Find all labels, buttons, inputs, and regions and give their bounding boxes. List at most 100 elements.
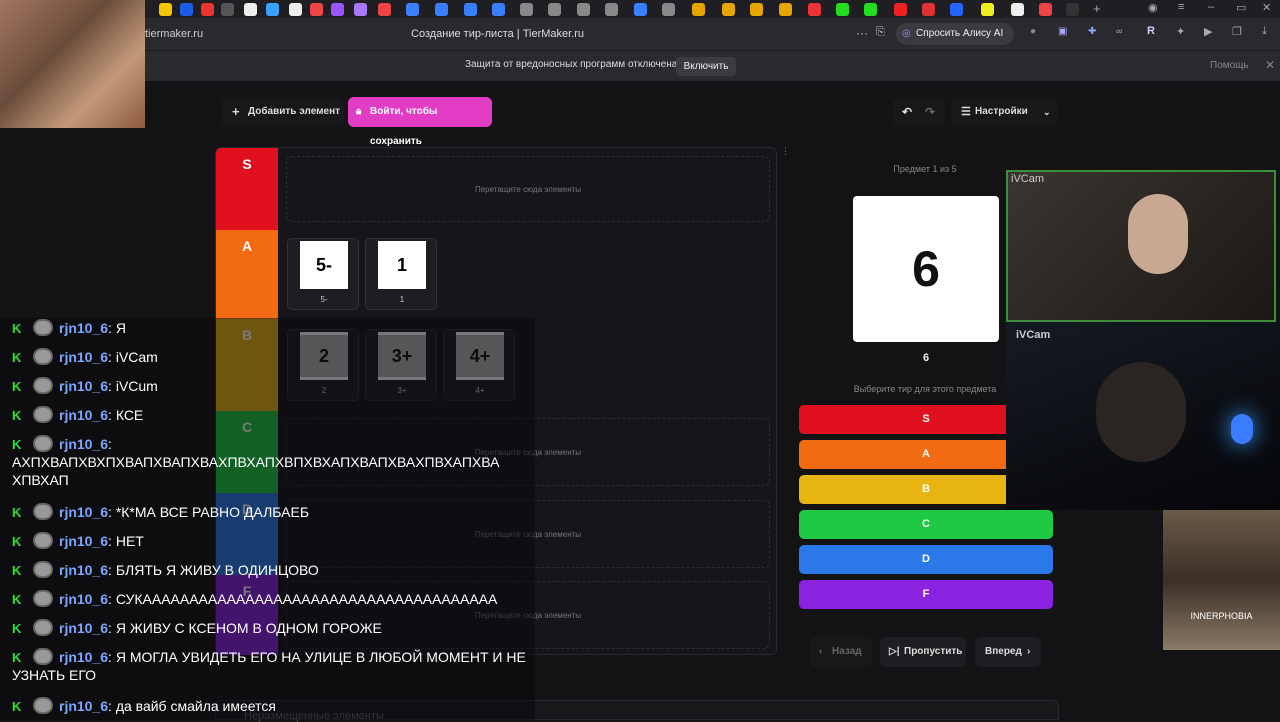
chat-username[interactable]: rjn10_6 bbox=[59, 698, 108, 714]
browser-tab-icon[interactable] bbox=[779, 3, 792, 16]
browser-tab-icon[interactable] bbox=[180, 3, 193, 16]
enable-protection-button[interactable]: Включить bbox=[676, 57, 736, 76]
avatar bbox=[33, 435, 53, 452]
skip-button[interactable]: ▷| Пропустить bbox=[880, 637, 966, 667]
chat-text: да вайб смайла имеется bbox=[115, 698, 276, 714]
browser-tab-icon[interactable] bbox=[221, 3, 234, 16]
browser-tab-icon[interactable] bbox=[244, 3, 257, 16]
pick-tier-f-button[interactable]: F bbox=[799, 580, 1053, 609]
browser-tab-icon[interactable] bbox=[266, 3, 279, 16]
extension-icon[interactable]: ▣ bbox=[1058, 26, 1067, 37]
browser-tab-icon[interactable] bbox=[378, 3, 391, 16]
extension-icon[interactable]: ∞ bbox=[1116, 26, 1122, 36]
media-icon[interactable]: ▶ bbox=[1204, 25, 1212, 38]
tier-item-card[interactable]: 11 bbox=[365, 238, 437, 310]
chat-username[interactable]: rjn10_6 bbox=[59, 620, 108, 636]
chat-username[interactable]: rjn10_6 bbox=[59, 378, 108, 394]
current-item-image: 6 bbox=[853, 196, 999, 342]
chat-username[interactable]: rjn10_6 bbox=[59, 562, 108, 578]
browser-tab-icon[interactable] bbox=[289, 3, 302, 16]
browser-tab-icon[interactable] bbox=[354, 3, 367, 16]
ask-alice-button[interactable]: ◎ Спросить Алису AI bbox=[896, 23, 1014, 45]
chat-message: Krjn10_6: iVCum bbox=[12, 377, 527, 395]
browser-tab-icon[interactable] bbox=[406, 3, 419, 16]
close-window-icon[interactable]: ✕ bbox=[1262, 1, 1271, 14]
redo-icon[interactable]: ↷ bbox=[925, 97, 935, 127]
browser-tab-icon[interactable] bbox=[605, 3, 618, 16]
new-tab-button[interactable]: + bbox=[1093, 1, 1101, 16]
collections-icon[interactable]: ❐ bbox=[1232, 25, 1242, 38]
chat-username[interactable]: rjn10_6 bbox=[59, 533, 108, 549]
item-counter: Предмет 1 из 5 bbox=[893, 164, 957, 174]
tier-row-a[interactable]: A bbox=[216, 230, 278, 319]
browser-tab-icon[interactable] bbox=[1066, 3, 1079, 16]
chat-username[interactable]: rjn10_6 bbox=[59, 320, 108, 336]
chat-username[interactable]: rjn10_6 bbox=[59, 649, 108, 665]
browser-tab-icon[interactable] bbox=[492, 3, 505, 16]
browser-tab-icon[interactable] bbox=[922, 3, 935, 16]
browser-tab-icon[interactable] bbox=[331, 3, 344, 16]
tier-item-card[interactable]: 5- 5- bbox=[287, 238, 359, 310]
browser-tab-icon[interactable] bbox=[548, 3, 561, 16]
kick-badge-icon: K bbox=[12, 437, 22, 452]
chat-username[interactable]: rjn10_6 bbox=[59, 504, 108, 520]
add-element-button[interactable]: + Добавить элемент bbox=[222, 97, 344, 127]
chat-message: Krjn10_6: Я bbox=[12, 319, 527, 337]
browser-tab-icon[interactable] bbox=[950, 3, 963, 16]
browser-tab-icon[interactable] bbox=[310, 3, 323, 16]
browser-tab-icon[interactable] bbox=[808, 3, 821, 16]
help-link[interactable]: Помощь bbox=[1210, 60, 1249, 71]
chat-username[interactable]: rjn10_6 bbox=[59, 349, 108, 365]
browser-tab-icon[interactable] bbox=[520, 3, 533, 16]
browser-tab-icon[interactable] bbox=[201, 3, 214, 16]
back-button[interactable]: ‹ Назад bbox=[810, 637, 872, 667]
url-text[interactable]: tiermaker.ru bbox=[145, 28, 203, 40]
browser-tab-icon[interactable] bbox=[864, 3, 877, 16]
browser-tab-icon[interactable] bbox=[159, 3, 172, 16]
drag-handle-icon[interactable]: ⋮ bbox=[781, 146, 790, 157]
tier-label: S bbox=[242, 156, 252, 172]
browser-tab-icon[interactable] bbox=[577, 3, 590, 16]
close-infobar-icon[interactable]: ✕ bbox=[1265, 58, 1275, 72]
bookmark-icon[interactable]: ⎘ bbox=[876, 26, 885, 39]
tier-row-s[interactable]: S bbox=[216, 148, 278, 230]
undo-icon[interactable]: ↶ bbox=[902, 97, 912, 127]
download-icon[interactable]: ⤓ bbox=[1262, 25, 1267, 38]
browser-tab-icon[interactable] bbox=[634, 3, 647, 16]
chat-username[interactable]: rjn10_6 bbox=[59, 591, 108, 607]
browser-tab-icon[interactable] bbox=[464, 3, 477, 16]
browser-tab-icon[interactable] bbox=[836, 3, 849, 16]
browser-tab-icon[interactable] bbox=[1011, 3, 1024, 16]
browser-tab-icon[interactable] bbox=[435, 3, 448, 16]
forward-button[interactable]: Вперед › bbox=[975, 637, 1041, 667]
chevron-down-icon: ⌄ bbox=[1043, 107, 1051, 117]
maximize-icon[interactable]: ▭ bbox=[1236, 1, 1246, 14]
browser-tab-icon[interactable] bbox=[1039, 3, 1052, 16]
extension-icon[interactable]: ● bbox=[1030, 26, 1036, 37]
login-save-button[interactable]: 🔒︎ Войти, чтобы сохранить bbox=[348, 97, 492, 147]
puzzle-icon[interactable]: ✦ bbox=[1176, 25, 1185, 38]
extension-icon[interactable]: R bbox=[1147, 25, 1155, 37]
browser-tab-icon[interactable] bbox=[750, 3, 763, 16]
menu-icon[interactable]: ≡ bbox=[1178, 1, 1184, 13]
settings-button[interactable]: ☰ Настройки ⌄ bbox=[951, 97, 1057, 127]
extension-icon[interactable]: ✚ bbox=[1088, 26, 1096, 37]
minimize-icon[interactable]: – bbox=[1208, 1, 1214, 13]
avatar bbox=[33, 319, 53, 336]
chat-text: СУКААААААААААААААААААААААААААААААААААААА… bbox=[115, 591, 498, 607]
browser-tab-icon[interactable] bbox=[722, 3, 735, 16]
pick-tier-c-button[interactable]: C bbox=[799, 510, 1053, 539]
chat-username[interactable]: rjn10_6 bbox=[59, 436, 108, 452]
more-icon[interactable]: ··· bbox=[856, 26, 868, 40]
tier-label: A bbox=[241, 238, 253, 254]
tier-drop-zone-s[interactable]: Перетащите сюда элементы bbox=[286, 156, 770, 222]
pick-tier-d-button[interactable]: D bbox=[799, 545, 1053, 574]
chat-username[interactable]: rjn10_6 bbox=[59, 407, 108, 423]
browser-tab-icon[interactable] bbox=[894, 3, 907, 16]
browser-tab-icon[interactable] bbox=[981, 3, 994, 16]
cat-image bbox=[0, 0, 145, 128]
browser-tab-icon[interactable] bbox=[662, 3, 675, 16]
chat-separator: : bbox=[108, 436, 112, 452]
profile-icon[interactable]: ◉ bbox=[1148, 1, 1158, 14]
browser-tab-icon[interactable] bbox=[692, 3, 705, 16]
